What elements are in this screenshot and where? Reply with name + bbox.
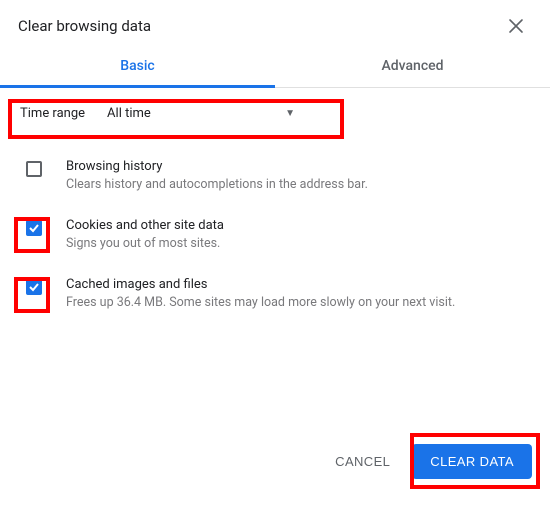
checkbox-cookies[interactable] xyxy=(26,220,42,236)
tab-basic[interactable]: Basic xyxy=(0,46,275,87)
option-title: Cookies and other site data xyxy=(66,218,530,233)
option-browsing-history: Browsing history Clears history and auto… xyxy=(20,151,530,210)
close-button[interactable] xyxy=(504,14,528,38)
time-range-row: Time range All time ▼ xyxy=(18,98,532,129)
time-range-select[interactable]: All time ▼ xyxy=(103,104,303,123)
option-cache: Cached images and files Frees up 36.4 MB… xyxy=(20,269,530,328)
option-title: Browsing history xyxy=(66,159,530,174)
tabs: Basic Advanced xyxy=(0,46,550,88)
dialog-actions: CANCEL CLEAR DATA xyxy=(321,444,532,479)
tab-advanced[interactable]: Advanced xyxy=(275,46,550,87)
time-range-label: Time range xyxy=(20,106,85,121)
options-list: Browsing history Clears history and auto… xyxy=(18,151,532,328)
chevron-down-icon: ▼ xyxy=(285,108,295,119)
dialog-content: Time range All time ▼ Browsing history C… xyxy=(0,88,550,328)
checkbox-browsing-history[interactable] xyxy=(26,161,42,177)
option-desc: Frees up 36.4 MB. Some sites may load mo… xyxy=(66,295,530,310)
close-icon xyxy=(508,18,524,34)
time-range-value: All time xyxy=(107,106,151,121)
option-title: Cached images and files xyxy=(66,277,530,292)
clear-data-button[interactable]: CLEAR DATA xyxy=(412,444,532,479)
option-cookies: Cookies and other site data Signs you ou… xyxy=(20,210,530,269)
dialog-title: Clear browsing data xyxy=(18,17,151,35)
option-desc: Signs you out of most sites. xyxy=(66,236,530,251)
option-desc: Clears history and autocompletions in th… xyxy=(66,177,530,192)
dialog-header: Clear browsing data xyxy=(0,0,550,46)
checkbox-cache[interactable] xyxy=(26,279,42,295)
cancel-button[interactable]: CANCEL xyxy=(321,444,404,479)
